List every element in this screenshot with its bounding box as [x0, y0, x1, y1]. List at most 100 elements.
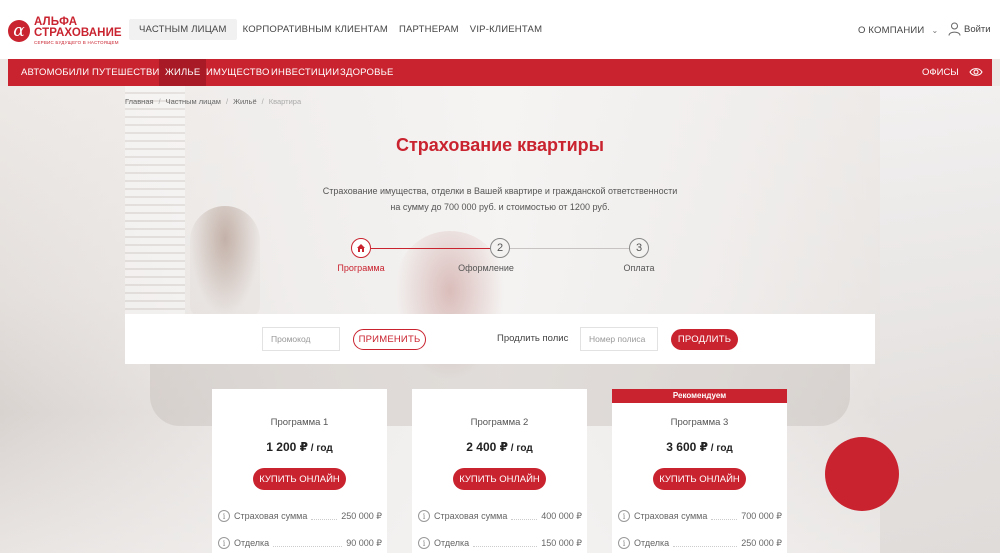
- nav-property[interactable]: ИМУЩЕСТВО: [206, 59, 270, 86]
- dotted-leader: [273, 539, 343, 547]
- nav-travel[interactable]: ПУТЕШЕСТВИЯ: [92, 59, 167, 86]
- top-header: α АЛЬФА СТРАХОВАНИЕ СЕРВИС БУДУЩЕГО В НА…: [0, 0, 1000, 59]
- card-price: 2 400 ₽ / год: [412, 440, 587, 454]
- policy-number-input[interactable]: [580, 327, 658, 351]
- breadcrumb-home[interactable]: Главная: [125, 97, 154, 106]
- row-label: Страховая сумма: [634, 511, 708, 521]
- card-price: 1 200 ₽ / год: [212, 440, 387, 454]
- subtitle-line1: Страхование имущества, отделки в Вашей к…: [322, 186, 678, 196]
- breadcrumb-separator: /: [261, 97, 264, 106]
- card-row-sum: i Страховая сумма 400 000 ₽: [418, 509, 582, 523]
- row-label: Отделка: [434, 538, 470, 548]
- step-connector: [510, 248, 629, 249]
- logo-text: АЛЬФА СТРАХОВАНИЕ СЕРВИС БУДУЩЕГО В НАСТ…: [34, 16, 122, 45]
- topnav-vip[interactable]: VIP-КЛИЕНТАМ: [470, 19, 542, 40]
- info-icon[interactable]: i: [618, 510, 630, 522]
- decor-window: [880, 86, 1000, 553]
- price-period: / год: [508, 443, 533, 454]
- dotted-leader: [511, 512, 538, 520]
- logo-line2: СТРАХОВАНИЕ: [34, 27, 122, 39]
- decor-blinds: [125, 86, 185, 346]
- card-name: Программа 3: [670, 417, 729, 428]
- logo[interactable]: α АЛЬФА СТРАХОВАНИЕ СЕРВИС БУДУЩЕГО В НА…: [8, 16, 122, 45]
- row-value: 250 000 ₽: [341, 510, 382, 521]
- price-period: / год: [708, 443, 733, 454]
- apply-promo-button[interactable]: ПРИМЕНИТЬ: [353, 329, 426, 350]
- dotted-leader: [311, 512, 338, 520]
- recommended-badge: Рекомендуем: [612, 389, 787, 403]
- step-1-circle[interactable]: [351, 238, 371, 258]
- step-connector-done: [371, 248, 490, 249]
- eye-icon[interactable]: [969, 66, 983, 78]
- company-label: О КОМПАНИИ: [858, 25, 925, 36]
- chevron-down-icon: ⌄: [931, 26, 939, 35]
- renew-button[interactable]: ПРОДЛИТЬ: [671, 329, 738, 350]
- subtitle-line2: на сумму до 700 000 руб. и стоимостью от…: [390, 202, 610, 212]
- card-row-finishing: i Отделка 90 000 ₽: [218, 536, 382, 550]
- step-3-circle[interactable]: 3: [629, 238, 649, 258]
- nav-housing[interactable]: ЖИЛЬЕ: [159, 59, 207, 86]
- program-card-2: Программа 2 2 400 ₽ / год КУПИТЬ ОНЛАЙН …: [412, 389, 587, 553]
- page-title: Страхование квартиры: [395, 135, 605, 155]
- logo-tagline: СЕРВИС БУДУЩЕГО В НАСТОЯЩЕМ: [34, 40, 119, 45]
- card-row-sum: i Страховая сумма 700 000 ₽: [618, 509, 782, 523]
- row-value: 700 000 ₽: [741, 510, 782, 521]
- topnav-private[interactable]: ЧАСТНЫМ ЛИЦАМ: [129, 19, 237, 40]
- breadcrumb-current: Квартира: [268, 97, 302, 106]
- topnav-corporate[interactable]: КОРПОРАТИВНЫМ КЛИЕНТАМ: [243, 19, 388, 40]
- dotted-leader: [711, 512, 738, 520]
- nav-cars[interactable]: АВТОМОБИЛИ: [21, 59, 89, 86]
- topnav-partners[interactable]: ПАРТНЕРАМ: [399, 19, 459, 40]
- price-value: 1 200 ₽: [266, 440, 308, 454]
- row-label: Отделка: [234, 538, 270, 548]
- chat-bubble[interactable]: [825, 437, 899, 511]
- card-row-finishing: i Отделка 250 000 ₽: [618, 536, 782, 550]
- card-row-sum: i Страховая сумма 250 000 ₽: [218, 509, 382, 523]
- info-icon[interactable]: i: [218, 537, 230, 549]
- promo-bar: ПРИМЕНИТЬ Продлить полис ПРОДЛИТЬ: [125, 314, 875, 364]
- row-value: 150 000 ₽: [541, 537, 582, 548]
- progress-stepper: 2 3 Программа Оформление Оплата: [0, 238, 1000, 278]
- info-icon[interactable]: i: [418, 537, 430, 549]
- row-label: Страховая сумма: [234, 511, 308, 521]
- nav-investments[interactable]: ИНВЕСТИЦИИ: [271, 59, 339, 86]
- price-period: / год: [308, 443, 333, 454]
- step-2-circle[interactable]: 2: [490, 238, 510, 258]
- breadcrumb-separator: /: [225, 97, 229, 106]
- breadcrumb-private[interactable]: Частным лицам: [166, 97, 221, 106]
- logo-mark: α: [8, 20, 30, 42]
- nav-health[interactable]: ЗДОРОВЬЕ: [340, 59, 394, 86]
- card-row-finishing: i Отделка 150 000 ₽: [418, 536, 582, 550]
- renew-label: Продлить полис: [497, 333, 569, 344]
- row-label: Отделка: [634, 538, 670, 548]
- offices-link[interactable]: ОФИСЫ: [922, 59, 959, 86]
- home-icon: [357, 244, 365, 252]
- card-name: Программа 2: [470, 417, 529, 428]
- row-label: Страховая сумма: [434, 511, 508, 521]
- promo-code-input[interactable]: [262, 327, 340, 351]
- info-icon[interactable]: i: [618, 537, 630, 549]
- row-value: 90 000 ₽: [346, 537, 382, 548]
- buy-online-button[interactable]: КУПИТЬ ОНЛАЙН: [453, 468, 546, 490]
- breadcrumb-housing[interactable]: Жильё: [233, 97, 257, 106]
- company-menu[interactable]: О КОМПАНИИ ⌄: [858, 25, 938, 36]
- step-1-label: Программа: [337, 263, 385, 273]
- program-card-3: Рекомендуем Программа 3 3 600 ₽ / год КУ…: [612, 389, 787, 553]
- buy-online-button[interactable]: КУПИТЬ ОНЛАЙН: [653, 468, 746, 490]
- price-value: 3 600 ₽: [666, 440, 708, 454]
- user-icon: [948, 22, 961, 36]
- price-value: 2 400 ₽: [466, 440, 508, 454]
- breadcrumb: Главная / Частным лицам / Жильё / Кварти…: [125, 97, 301, 106]
- row-value: 400 000 ₽: [541, 510, 582, 521]
- breadcrumb-separator: /: [158, 97, 161, 106]
- dotted-leader: [473, 539, 538, 547]
- login-link[interactable]: Войти: [948, 22, 991, 36]
- login-label: Войти: [964, 23, 991, 35]
- top-nav: ЧАСТНЫМ ЛИЦАМ КОРПОРАТИВНЫМ КЛИЕНТАМ ПАР…: [129, 19, 553, 40]
- info-icon[interactable]: i: [418, 510, 430, 522]
- step-3-label: Оплата: [623, 263, 655, 273]
- dotted-leader: [673, 539, 738, 547]
- info-icon[interactable]: i: [218, 510, 230, 522]
- buy-online-button[interactable]: КУПИТЬ ОНЛАЙН: [253, 468, 346, 490]
- row-value: 250 000 ₽: [741, 537, 782, 548]
